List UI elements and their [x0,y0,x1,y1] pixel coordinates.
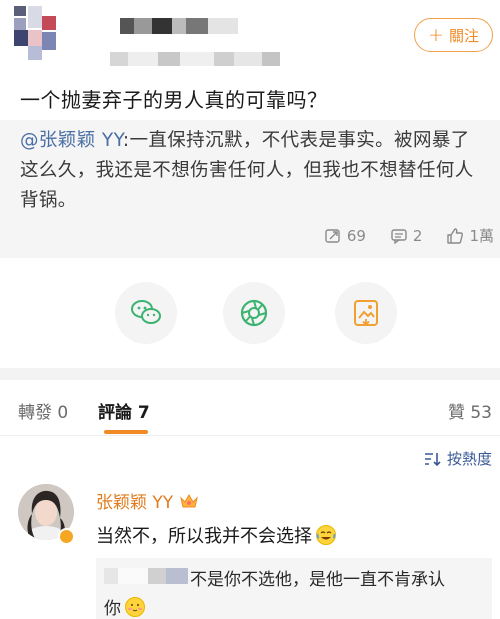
plus-icon: + [428,23,444,46]
sort-toggle[interactable]: 按熱度 [423,448,492,469]
reply-text-end: 你 [104,594,145,619]
thumbs-up-icon [447,227,464,244]
comment-text: 当然不，所以我并不会选择 [96,522,336,548]
share-wechat-button[interactable] [115,282,177,344]
blurred-meta [110,52,290,66]
comment-author-name: 张颖颖 YY [96,493,174,513]
reply-text-tail: 你 [104,599,121,619]
share-moments-button[interactable] [223,282,285,344]
comment-stat[interactable]: 2 [390,225,423,246]
quoted-post-text: @张颖颖 YY:一直保持沉默，不代表是事实。被网暴了这么久，我还是不想伤害任何人… [20,126,488,216]
blurred-avatar[interactable] [14,6,64,62]
sort-icon [424,452,441,466]
section-divider [0,368,500,380]
comment-count: 2 [412,226,423,245]
sort-label: 按熱度 [446,450,492,468]
repost-stat[interactable]: 69 [324,225,366,246]
quoted-post[interactable]: @张颖颖 YY:一直保持沉默，不代表是事实。被网暴了这么久，我还是不想伤害任何人… [0,120,500,258]
repost-count: 69 [346,226,366,245]
comment-body: 当然不，所以我并不会选择 [96,526,312,547]
crying-laugh-emoji-icon [316,525,336,545]
like-stat[interactable]: 1萬 [446,225,494,246]
share-save-image-button[interactable] [335,282,397,344]
tab-comments[interactable]: 評論 7 [98,398,150,423]
share-row [0,262,500,362]
reply-preview[interactable]: 不是你不选他，是他一直不肯承认 你 [96,558,492,619]
like-count: 1萬 [469,227,494,245]
post-title: 一个抛妻弃子的男人真的可靠吗？ [20,88,328,112]
comment-icon [391,228,407,244]
follow-button[interactable]: + 關注 [414,18,493,52]
verified-badge [58,528,75,545]
tab-reposts[interactable]: 轉發 0 [18,398,68,423]
tab-likes[interactable]: 贊 53 [448,398,492,423]
post-header: + 關注 [0,0,500,76]
blurred-reply-author [104,568,188,584]
shy-emoji-icon [125,596,145,617]
blurred-username[interactable] [120,18,260,34]
wechat-icon [131,300,161,324]
comment-tabs: 轉發 0 評論 7 贊 53 [0,380,500,436]
active-tab-indicator [104,430,148,434]
repost-icon [325,228,340,243]
follow-label: 關注 [448,26,479,45]
vip-crown-icon [180,493,199,507]
moments-icon [240,299,268,327]
reply-text: 不是你不选他，是他一直不肯承认 [190,570,445,590]
post-stats: 69 2 1萬 [324,225,494,246]
mention-link[interactable]: @张颖颖 YY [20,130,123,151]
save-image-icon [354,300,378,326]
comment-author[interactable]: 张颖颖 YY [96,488,199,513]
